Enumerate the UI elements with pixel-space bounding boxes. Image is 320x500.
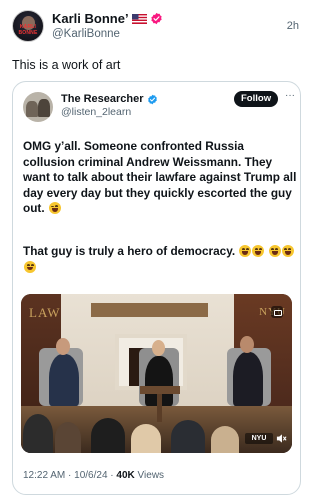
quoted-text-main: OMG y’all. Someone confronted Russia col… (23, 139, 298, 217)
quoted-author-handle[interactable]: @listen_2learn (61, 106, 131, 118)
media-expand-icon[interactable] (271, 306, 283, 318)
post-time[interactable]: 2h (287, 20, 299, 32)
quoted-post[interactable]: The Researcher @listen_2learn Follow ···… (12, 81, 301, 495)
quoted-meta: 12:22 AM · 10/6/24 · 40K Views (23, 470, 164, 481)
follow-button[interactable]: Follow (234, 91, 279, 107)
quoted-author-name[interactable]: The Researcher (61, 93, 144, 105)
post: KARLI BONNE Karli Bonne’ @KarliBonne 2h … (0, 0, 313, 500)
laughing-emoji-icon (268, 245, 281, 257)
author-name-row: Karli Bonne’ (52, 11, 163, 26)
quoted-text-second: That guy is truly a hero of democracy. (23, 244, 298, 275)
laughing-emoji-icon (239, 245, 252, 257)
media-speaker-left (49, 354, 79, 406)
author-avatar[interactable]: KARLI BONNE (12, 10, 44, 42)
media-audience-5 (171, 420, 205, 453)
media-mantel (91, 303, 208, 317)
video-media[interactable]: LAW NYU NYU (21, 294, 292, 453)
quoted-text-main-content: OMG y’all. Someone confronted Russia col… (23, 139, 297, 216)
quoted-author-name-row: The Researcher (61, 93, 158, 105)
quoted-text-second-content: That guy is truly a hero of democracy. (23, 244, 236, 258)
verified-badge-icon (147, 94, 157, 104)
quoted-views-label: Views (137, 470, 165, 481)
more-options-icon[interactable]: ··· (285, 90, 295, 101)
media-table (140, 386, 180, 394)
laughing-emoji-icon (252, 245, 265, 257)
media-audience-4 (131, 424, 161, 453)
laughing-emoji-icon (24, 260, 36, 273)
media-audience-2 (55, 422, 81, 453)
author-handle[interactable]: @KarliBonne (52, 28, 120, 40)
quoted-views-count: 40K (116, 470, 135, 481)
media-nyu-badge: NYU (245, 433, 273, 444)
media-table-leg (157, 394, 162, 422)
avatar-logo-text: KARLI BONNE (18, 24, 38, 36)
volume-icon[interactable] (276, 433, 287, 444)
quoted-author-avatar[interactable] (23, 92, 53, 122)
media-audience-6 (211, 426, 239, 453)
quoted-timestamp[interactable]: 12:22 AM · 10/6/24 · (23, 470, 114, 481)
media-speaker-left-head (56, 338, 70, 355)
media-law-sign: LAW (29, 305, 61, 320)
laughing-emoji-icon (281, 245, 294, 257)
media-audience-1 (23, 414, 53, 453)
verified-badge-icon (150, 12, 162, 25)
author-name[interactable]: Karli Bonne’ (52, 11, 129, 26)
wink-emoji-icon (48, 202, 61, 215)
media-speaker-center-head (152, 340, 165, 356)
post-text: This is a work of art (12, 58, 121, 72)
media-speaker-right (233, 352, 263, 406)
media-speaker-right-head (240, 336, 254, 353)
media-audience-3 (91, 418, 125, 453)
us-flag-icon (131, 13, 147, 24)
